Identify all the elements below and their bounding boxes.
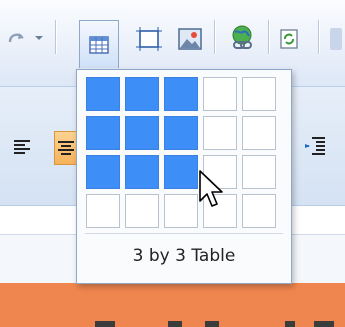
align-left-button[interactable] [10,135,34,159]
grid-cell[interactable] [125,116,159,150]
text-fragment [168,321,182,327]
divider [85,233,283,234]
dropdown-arrow-icon [35,36,43,40]
redo-button[interactable] [4,26,30,50]
grid-cell[interactable] [164,155,198,189]
grid-cell[interactable] [86,194,120,228]
grid-cell[interactable] [125,155,159,189]
insert-link-button[interactable] [226,22,258,54]
toolbar-separator [318,20,320,54]
insert-image-button[interactable] [174,25,206,53]
table-size-caption: 3 by 3 Table [132,246,236,266]
text-fragment [205,321,219,327]
insert-table-icon [89,35,109,54]
grid-cell[interactable] [242,77,276,111]
grid-cell[interactable] [242,194,276,228]
grid-cell[interactable] [242,155,276,189]
grid-cell[interactable] [86,116,120,150]
grid-cell[interactable] [86,155,120,189]
redo-icon [8,33,24,43]
align-left-icon [14,140,30,154]
grid-cell[interactable] [203,116,237,150]
text-fragment [314,321,334,327]
insert-link-icon [232,25,252,49]
grid-cell[interactable] [125,194,159,228]
mouse-pointer-icon [199,170,223,207]
grid-cell[interactable] [164,77,198,111]
grid-cell[interactable] [125,77,159,111]
toolbar-separator [214,20,216,54]
document-header-band [0,283,345,327]
text-fragment [95,321,115,327]
insert-frame-button[interactable] [133,25,165,53]
grid-cell[interactable] [203,77,237,111]
insert-image-icon [178,28,202,50]
redo-dropdown-button[interactable] [32,30,46,46]
grid-cell[interactable] [164,116,198,150]
refresh-icon [280,29,298,49]
toolbar-separator [268,20,270,54]
align-center-button[interactable] [54,131,78,165]
insert-table-button[interactable] [79,20,119,68]
insert-frame-icon [136,27,162,51]
table-size-picker[interactable]: 3 by 3 Table [76,69,292,284]
grid-cell[interactable] [164,194,198,228]
align-center-icon [58,141,74,155]
indent-button[interactable] [300,133,330,159]
refresh-button[interactable] [276,27,302,51]
toolbar-separator [55,20,57,54]
grid-cell[interactable] [86,77,120,111]
indent-icon [305,137,325,155]
text-fragment [285,321,295,327]
overflow-icon[interactable] [330,28,342,50]
grid-cell[interactable] [242,116,276,150]
